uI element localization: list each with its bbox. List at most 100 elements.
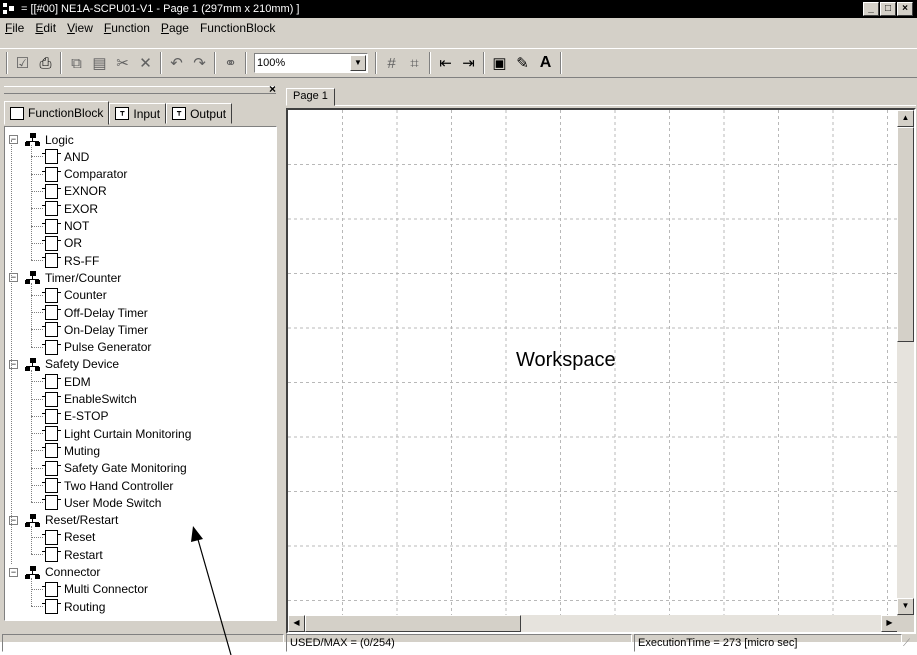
tree-item-pulse-generator[interactable]: Pulse Generator [42, 339, 151, 356]
page-add-icon[interactable]: ▣ [488, 52, 511, 74]
close-icon[interactable]: × [269, 82, 276, 96]
tree-connector [31, 369, 32, 503]
scroll-up-icon[interactable]: ▲ [897, 110, 914, 127]
grid-icon[interactable]: # [380, 52, 403, 74]
tree-connector [31, 398, 43, 400]
redo-icon[interactable]: ↷ [188, 52, 211, 74]
chevron-down-icon[interactable]: ▼ [350, 55, 366, 71]
zoom-value: 100% [257, 57, 286, 69]
function-block-icon [42, 201, 61, 217]
tree-item-e-stop[interactable]: E-STOP [42, 408, 108, 425]
tree-item-or[interactable]: OR [42, 235, 82, 252]
tree-item-on-delay-timer[interactable]: On-Delay Timer [42, 321, 148, 338]
tree-item-muting[interactable]: Muting [42, 442, 100, 459]
tab-input[interactable]: ┳ Input [109, 103, 167, 124]
vertical-scrollbar[interactable]: ▲ ▼ [897, 110, 914, 615]
page-edit-icon[interactable]: ✎ [511, 52, 534, 74]
horizontal-scrollbar[interactable]: ◀ ▶ [288, 615, 898, 632]
toolbar-separator [60, 52, 62, 74]
grid-off-icon[interactable]: ⌗ [403, 52, 426, 74]
copy-icon[interactable]: ⧉ [65, 52, 88, 74]
tree-item-two-hand-controller[interactable]: Two Hand Controller [42, 477, 173, 494]
collapse-icon[interactable]: − [9, 567, 18, 577]
text-tool-button[interactable]: A [534, 52, 557, 74]
menu-view[interactable]: View [62, 21, 99, 35]
cut-icon[interactable]: ✂ [111, 52, 134, 74]
close-button[interactable]: × [897, 2, 913, 16]
pane-grip[interactable] [4, 86, 276, 94]
tree-item-exor[interactable]: EXOR [42, 200, 98, 217]
tree-item-label: Multi Connector [64, 582, 149, 597]
paste-icon[interactable]: ▤ [88, 52, 111, 74]
scroll-right-icon[interactable]: ▶ [881, 615, 898, 632]
function-block-icon [42, 287, 61, 303]
tree-item-comparator[interactable]: Comparator [42, 166, 128, 183]
resize-grip-icon[interactable]: ⟋ [903, 638, 910, 649]
tree-connector [31, 173, 43, 175]
minimize-button[interactable]: _ [863, 2, 879, 16]
link-icon[interactable]: ⚭ [219, 52, 242, 74]
tree-group-connector[interactable]: − Connector [7, 564, 100, 581]
function-block-icon [42, 235, 61, 251]
tree-group-safety-device[interactable]: − Safety Device [7, 356, 119, 373]
tree-item-counter[interactable]: Counter [42, 287, 107, 304]
tree-group-reset-restart[interactable]: − Reset/Restart [7, 512, 118, 529]
page-back-icon[interactable]: ⇤ [434, 52, 457, 74]
maximize-button[interactable]: □ [880, 2, 896, 16]
tree-item-rs-ff[interactable]: RS-FF [42, 252, 100, 269]
undo-icon[interactable]: ↶ [165, 52, 188, 74]
function-block-icon [42, 408, 61, 424]
function-block-icon [42, 322, 61, 338]
block-group-icon [25, 357, 41, 371]
function-block-icon [42, 443, 61, 459]
tree-item-multi-connector[interactable]: Multi Connector [42, 581, 149, 598]
tree-item-edm[interactable]: EDM [42, 373, 91, 390]
tree-item-safety-gate-monitoring[interactable]: Safety Gate Monitoring [42, 460, 187, 477]
tree-item-not[interactable]: NOT [42, 218, 89, 235]
page-forward-icon[interactable]: ⇥ [457, 52, 480, 74]
function-block-icon [42, 599, 61, 615]
menu-file[interactable]: File [0, 21, 30, 35]
tree-connector [31, 156, 43, 158]
tree-item-user-mode-switch[interactable]: User Mode Switch [42, 494, 161, 511]
tree-group-logic[interactable]: − Logic [7, 131, 74, 148]
scroll-left-icon[interactable]: ◀ [288, 615, 305, 632]
tree-item-restart[interactable]: Restart [42, 546, 103, 563]
delete-icon[interactable]: ✕ [134, 52, 157, 74]
tree-item-enableswitch[interactable]: EnableSwitch [42, 391, 137, 408]
tree-connector [31, 467, 43, 469]
zoom-select[interactable]: 100% ▼ [254, 53, 368, 73]
function-block-icon [10, 106, 24, 120]
tree-item-off-delay-timer[interactable]: Off-Delay Timer [42, 304, 148, 321]
menu-page[interactable]: Page [156, 21, 195, 35]
menu-function[interactable]: Function [99, 21, 156, 35]
block-group-icon [25, 271, 41, 285]
scroll-down-icon[interactable]: ▼ [897, 598, 914, 615]
tree-item-label: RS-FF [64, 253, 100, 268]
tree-connector [31, 225, 43, 227]
check-icon[interactable]: ☑ [11, 52, 34, 74]
menu-functionblock[interactable]: FunctionBlock [195, 21, 281, 35]
tree-connector [31, 433, 43, 435]
tree-item-light-curtain-monitoring[interactable]: Light Curtain Monitoring [42, 425, 191, 442]
print-icon[interactable]: ⎙ [34, 52, 57, 74]
page-tabs: Page 1 [286, 88, 916, 106]
tree-item-exnor[interactable]: EXNOR [42, 183, 107, 200]
tree-item-and[interactable]: AND [42, 148, 89, 165]
tab-functionblock[interactable]: FunctionBlock [4, 101, 110, 125]
tree-connector [31, 260, 43, 262]
tree-group-timer-counter[interactable]: − Timer/Counter [7, 269, 121, 286]
tree-item-routing[interactable]: Routing [42, 598, 105, 615]
tree-connector [31, 485, 43, 486]
tab-output[interactable]: ┳ Output [166, 103, 233, 124]
menu-bar: File Edit View Function Page FunctionBlo… [0, 19, 281, 36]
horizontal-scroll-thumb[interactable] [305, 615, 521, 632]
tree-connector [31, 381, 43, 383]
workspace[interactable]: Workspace ▲ ▼ ◀ ▶ [286, 108, 916, 634]
tree-item-label: Comparator [64, 167, 128, 182]
menu-edit[interactable]: Edit [30, 21, 62, 35]
tab-page-1[interactable]: Page 1 [286, 88, 335, 106]
tree-connector [31, 502, 43, 504]
tree-item-reset[interactable]: Reset [42, 529, 95, 546]
vertical-scroll-thumb[interactable] [897, 127, 914, 342]
